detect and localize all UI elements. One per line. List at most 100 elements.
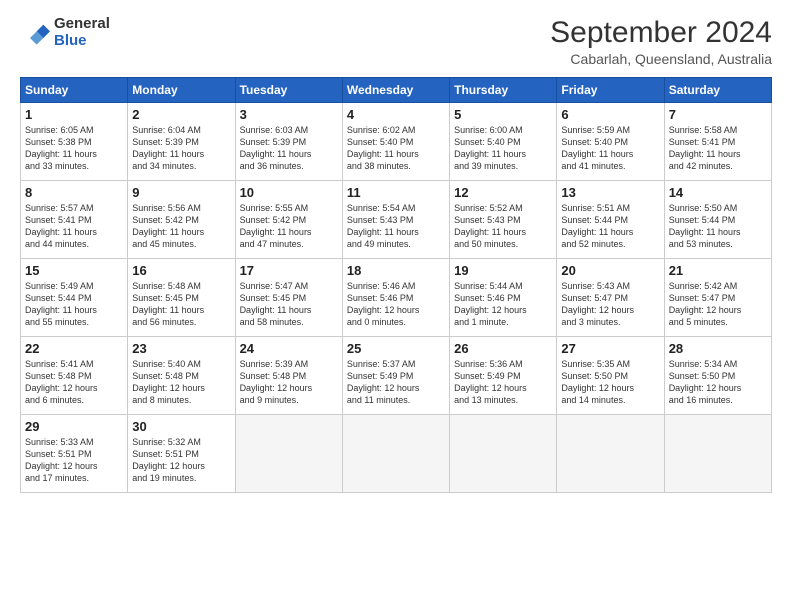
day-number: 23 [132,341,230,356]
day-info: Sunrise: 5:55 AM Sunset: 5:42 PM Dayligh… [240,202,338,251]
calendar-week-row: 15Sunrise: 5:49 AM Sunset: 5:44 PM Dayli… [21,259,772,337]
calendar-cell: 13Sunrise: 5:51 AM Sunset: 5:44 PM Dayli… [557,181,664,259]
logo-icon [20,18,50,48]
day-number: 15 [25,263,123,278]
weekday-header: Tuesday [235,78,342,103]
day-info: Sunrise: 6:03 AM Sunset: 5:39 PM Dayligh… [240,124,338,173]
calendar-cell: 23 Sunrise: 5:40 AM Sunset: 5:48 PM Dayli… [128,337,235,415]
logo: General Blue [20,16,110,49]
day-info: Sunrise: 5:35 AM Sunset: 5:50 PM Dayligh… [561,358,659,407]
day-info: Sunrise: 5:58 AM Sunset: 5:41 PM Dayligh… [669,124,767,173]
day-info: Sunrise: 6:05 AM Sunset: 5:38 PM Dayligh… [25,124,123,173]
calendar-cell: 28Sunrise: 5:34 AM Sunset: 5:50 PM Dayli… [664,337,771,415]
calendar-cell: 14Sunrise: 5:50 AM Sunset: 5:44 PM Dayli… [664,181,771,259]
weekday-header-row: SundayMondayTuesdayWednesdayThursdayFrid… [21,78,772,103]
calendar-cell: 1 Sunrise: 6:05 AM Sunset: 5:38 PM Daylig… [21,103,128,181]
day-info: Sunrise: 5:33 AM Sunset: 5:51 PM Dayligh… [25,436,123,485]
day-number: 4 [347,107,445,122]
header: General Blue September 2024 Cabarlah, Qu… [20,16,772,67]
calendar-cell: 25 Sunrise: 5:37 AM Sunset: 5:49 PM Dayli… [342,337,449,415]
calendar-cell: 16 Sunrise: 5:48 AM Sunset: 5:45 PM Dayli… [128,259,235,337]
calendar-cell [557,415,664,493]
day-info: Sunrise: 5:43 AM Sunset: 5:47 PM Dayligh… [561,280,659,329]
day-info: Sunrise: 5:57 AM Sunset: 5:41 PM Dayligh… [25,202,123,251]
weekday-header: Thursday [450,78,557,103]
day-number: 11 [347,185,445,200]
day-number: 20 [561,263,659,278]
calendar-cell: 7 Sunrise: 5:58 AM Sunset: 5:41 PM Daylig… [664,103,771,181]
day-info: Sunrise: 6:02 AM Sunset: 5:40 PM Dayligh… [347,124,445,173]
day-info: Sunrise: 5:44 AM Sunset: 5:46 PM Dayligh… [454,280,552,329]
day-number: 24 [240,341,338,356]
calendar-cell: 3 Sunrise: 6:03 AM Sunset: 5:39 PM Daylig… [235,103,342,181]
calendar-cell: 27 Sunrise: 5:35 AM Sunset: 5:50 PM Dayli… [557,337,664,415]
day-number: 3 [240,107,338,122]
day-number: 30 [132,419,230,434]
day-number: 25 [347,341,445,356]
calendar-cell: 5 Sunrise: 6:00 AM Sunset: 5:40 PM Daylig… [450,103,557,181]
day-number: 16 [132,263,230,278]
logo-general: General [54,16,110,33]
day-info: Sunrise: 5:34 AM Sunset: 5:50 PM Dayligh… [669,358,767,407]
day-info: Sunrise: 5:40 AM Sunset: 5:48 PM Dayligh… [132,358,230,407]
calendar-cell: 26Sunrise: 5:36 AM Sunset: 5:49 PM Dayli… [450,337,557,415]
day-number: 13 [561,185,659,200]
calendar-cell: 12 Sunrise: 5:52 AM Sunset: 5:43 PM Dayli… [450,181,557,259]
day-info: Sunrise: 5:39 AM Sunset: 5:48 PM Dayligh… [240,358,338,407]
day-number: 17 [240,263,338,278]
day-info: Sunrise: 5:32 AM Sunset: 5:51 PM Dayligh… [132,436,230,485]
day-number: 26 [454,341,552,356]
day-number: 1 [25,107,123,122]
calendar-week-row: 22Sunrise: 5:41 AM Sunset: 5:48 PM Dayli… [21,337,772,415]
calendar-week-row: 29 Sunrise: 5:33 AM Sunset: 5:51 PM Dayli… [21,415,772,493]
day-info: Sunrise: 5:52 AM Sunset: 5:43 PM Dayligh… [454,202,552,251]
calendar-cell: 17Sunrise: 5:47 AM Sunset: 5:45 PM Dayli… [235,259,342,337]
calendar-week-row: 8 Sunrise: 5:57 AM Sunset: 5:41 PM Daylig… [21,181,772,259]
weekday-header: Friday [557,78,664,103]
day-number: 19 [454,263,552,278]
calendar-cell: 21Sunrise: 5:42 AM Sunset: 5:47 PM Dayli… [664,259,771,337]
calendar-cell: 29 Sunrise: 5:33 AM Sunset: 5:51 PM Dayli… [21,415,128,493]
calendar-cell: 19 Sunrise: 5:44 AM Sunset: 5:46 PM Dayli… [450,259,557,337]
calendar-cell: 2 Sunrise: 6:04 AM Sunset: 5:39 PM Daylig… [128,103,235,181]
day-number: 7 [669,107,767,122]
calendar-cell [664,415,771,493]
calendar-cell: 18Sunrise: 5:46 AM Sunset: 5:46 PM Dayli… [342,259,449,337]
day-info: Sunrise: 5:42 AM Sunset: 5:47 PM Dayligh… [669,280,767,329]
day-number: 18 [347,263,445,278]
calendar-cell: 8 Sunrise: 5:57 AM Sunset: 5:41 PM Daylig… [21,181,128,259]
day-number: 22 [25,341,123,356]
day-info: Sunrise: 5:48 AM Sunset: 5:45 PM Dayligh… [132,280,230,329]
day-number: 5 [454,107,552,122]
weekday-header: Sunday [21,78,128,103]
weekday-header: Saturday [664,78,771,103]
logo-text: General Blue [54,16,110,49]
calendar-cell: 22Sunrise: 5:41 AM Sunset: 5:48 PM Dayli… [21,337,128,415]
day-number: 2 [132,107,230,122]
calendar-cell: 20 Sunrise: 5:43 AM Sunset: 5:47 PM Dayli… [557,259,664,337]
day-number: 27 [561,341,659,356]
day-info: Sunrise: 6:00 AM Sunset: 5:40 PM Dayligh… [454,124,552,173]
day-info: Sunrise: 5:54 AM Sunset: 5:43 PM Dayligh… [347,202,445,251]
day-info: Sunrise: 6:04 AM Sunset: 5:39 PM Dayligh… [132,124,230,173]
calendar-cell: 11 Sunrise: 5:54 AM Sunset: 5:43 PM Dayli… [342,181,449,259]
calendar-cell: 30 Sunrise: 5:32 AM Sunset: 5:51 PM Dayli… [128,415,235,493]
calendar-cell [342,415,449,493]
calendar-table: SundayMondayTuesdayWednesdayThursdayFrid… [20,77,772,493]
calendar-cell: 24 Sunrise: 5:39 AM Sunset: 5:48 PM Dayli… [235,337,342,415]
day-number: 10 [240,185,338,200]
page: General Blue September 2024 Cabarlah, Qu… [0,0,792,612]
title-block: September 2024 Cabarlah, Queensland, Aus… [550,16,772,67]
day-info: Sunrise: 5:56 AM Sunset: 5:42 PM Dayligh… [132,202,230,251]
day-number: 6 [561,107,659,122]
day-number: 14 [669,185,767,200]
calendar-cell [450,415,557,493]
day-number: 29 [25,419,123,434]
main-title: September 2024 [550,16,772,49]
day-number: 12 [454,185,552,200]
day-number: 8 [25,185,123,200]
day-info: Sunrise: 5:37 AM Sunset: 5:49 PM Dayligh… [347,358,445,407]
subtitle: Cabarlah, Queensland, Australia [550,51,772,67]
calendar-week-row: 1 Sunrise: 6:05 AM Sunset: 5:38 PM Daylig… [21,103,772,181]
calendar-cell: 9Sunrise: 5:56 AM Sunset: 5:42 PM Daylig… [128,181,235,259]
